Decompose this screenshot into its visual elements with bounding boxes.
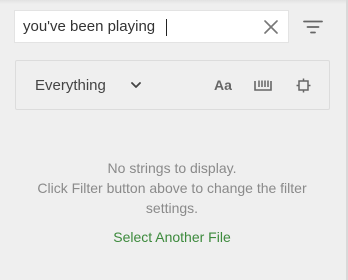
filter-icon	[303, 20, 323, 34]
whole-word-button[interactable]	[252, 74, 274, 96]
filter-button[interactable]	[298, 13, 328, 41]
search-box	[14, 10, 289, 43]
chevron-down-icon	[131, 81, 141, 89]
select-another-file-link[interactable]: Select Another File	[0, 229, 344, 245]
scope-dropdown-value: Everything	[35, 76, 106, 94]
search-input[interactable]	[15, 11, 256, 42]
match-case-button[interactable]: Aa	[212, 74, 234, 96]
close-icon	[264, 19, 278, 34]
scope-dropdown[interactable]: Everything	[26, 73, 141, 97]
search-options-bar: Everything Aa	[15, 60, 330, 110]
empty-state-line: settings.	[145, 200, 199, 216]
empty-state-line: Click Filter button above to change the …	[37, 180, 307, 196]
empty-state-line: No strings to display.	[107, 160, 237, 176]
empty-state-message: No strings to display. Click Filter butt…	[0, 158, 344, 218]
regex-icon	[296, 78, 310, 92]
clear-search-button[interactable]	[256, 11, 286, 42]
text-caret	[166, 19, 167, 36]
top-shadow	[0, 0, 348, 4]
match-case-icon: Aa	[214, 77, 232, 93]
whole-word-icon	[254, 80, 272, 91]
regex-button[interactable]	[292, 74, 314, 96]
